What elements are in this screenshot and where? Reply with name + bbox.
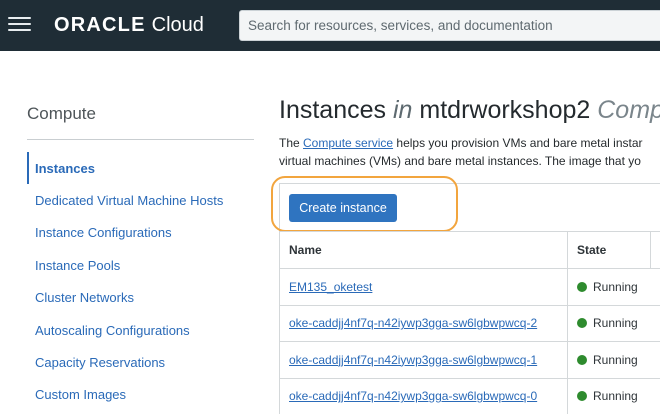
sidebar-item-dedicated-vm-hosts[interactable]: Dedicated Virtual Machine Hosts [27, 184, 267, 216]
logo-cloud-text: Cloud [151, 14, 204, 36]
table-cell-state: Running [568, 306, 651, 342]
menu-icon[interactable] [8, 15, 31, 33]
sidebar-title: Compute [27, 104, 96, 123]
search-box [239, 10, 660, 41]
create-instance-button[interactable]: Create instance [289, 194, 397, 222]
page-title: Instances in mtdrworkshop2 Comp [279, 96, 660, 125]
state-label: Running [593, 279, 638, 294]
table-cell-state: Running [568, 379, 651, 414]
table-header: Name State [280, 231, 660, 269]
state-label: Running [593, 316, 638, 331]
desc-line2: virtual machines (VMs) and bare metal in… [279, 153, 641, 168]
search-input[interactable] [240, 11, 660, 40]
page-title-compartment: mtdrworkshop2 [419, 96, 591, 124]
compute-service-link[interactable]: Compute service [303, 136, 393, 150]
table-row: oke-caddjj4nf7q-n42iywp3gga-sw6lgbwpwcq-… [280, 305, 660, 342]
instance-link[interactable]: oke-caddjj4nf7q-n42iywp3gga-sw6lgbwpwcq-… [289, 389, 537, 403]
running-status-dot-icon [577, 354, 587, 365]
top-bar: ORACLE Cloud [0, 0, 660, 51]
page-title-resource: Instances [279, 96, 387, 124]
sidebar-item-instance-pools[interactable]: Instance Pools [27, 249, 267, 281]
table-cell-state: Running [568, 269, 651, 305]
table-cell-name: oke-caddjj4nf7q-n42iywp3gga-sw6lgbwpwcq-… [280, 342, 568, 378]
instance-link[interactable]: oke-caddjj4nf7q-n42iywp3gga-sw6lgbwpwcq-… [289, 316, 537, 330]
table-row: EM135_oketest Running [280, 269, 660, 306]
running-status-dot-icon [577, 391, 587, 402]
desc-prefix: The [279, 136, 304, 150]
table-row: oke-caddjj4nf7q-n42iywp3gga-sw6lgbwpwcq-… [280, 342, 660, 379]
instances-table: Name State EM135_oketest Running oke-cad… [280, 231, 660, 414]
oracle-cloud-logo[interactable]: ORACLE Cloud [54, 13, 204, 37]
table-cell-name: oke-caddjj4nf7q-n42iywp3gga-sw6lgbwpwcq-… [280, 378, 568, 414]
sidebar-item-instances[interactable]: Instances [27, 152, 267, 185]
table-cell-name: EM135_oketest [280, 269, 568, 305]
sidebar-item-autoscaling-configurations[interactable]: Autoscaling Configurations [27, 314, 267, 346]
running-status-dot-icon [577, 318, 587, 329]
state-label: Running [593, 389, 638, 404]
sidebar-item-custom-images[interactable]: Custom Images [27, 379, 267, 411]
instance-link[interactable]: EM135_oketest [289, 280, 372, 294]
sidebar-item-capacity-reservations[interactable]: Capacity Reservations [27, 346, 267, 378]
column-header-state[interactable]: State [568, 232, 651, 268]
sidebar-divider [27, 139, 254, 140]
running-status-dot-icon [577, 281, 587, 292]
desc-line1-rest: helps you provision VMs and bare metal i… [393, 136, 643, 150]
page-title-compartment-suffix: Comp [597, 96, 660, 124]
instance-link[interactable]: oke-caddjj4nf7q-n42iywp3gga-sw6lgbwpwcq-… [289, 353, 537, 367]
logo-oracle-text: ORACLE [54, 14, 146, 36]
sidebar-item-cluster-networks[interactable]: Cluster Networks [27, 282, 267, 314]
column-header-name[interactable]: Name [280, 232, 568, 268]
table-cell-state: Running [568, 342, 651, 378]
table-row: oke-caddjj4nf7q-n42iywp3gga-sw6lgbwpwcq-… [280, 378, 660, 414]
page-description: The Compute service helps you provision … [279, 135, 660, 170]
sidebar-item-instance-configurations[interactable]: Instance Configurations [27, 217, 267, 249]
state-label: Running [593, 352, 638, 367]
page-title-in: in [392, 96, 413, 124]
table-cell-name: oke-caddjj4nf7q-n42iywp3gga-sw6lgbwpwcq-… [280, 305, 568, 341]
sidebar-nav: Instances Dedicated Virtual Machine Host… [27, 152, 267, 411]
